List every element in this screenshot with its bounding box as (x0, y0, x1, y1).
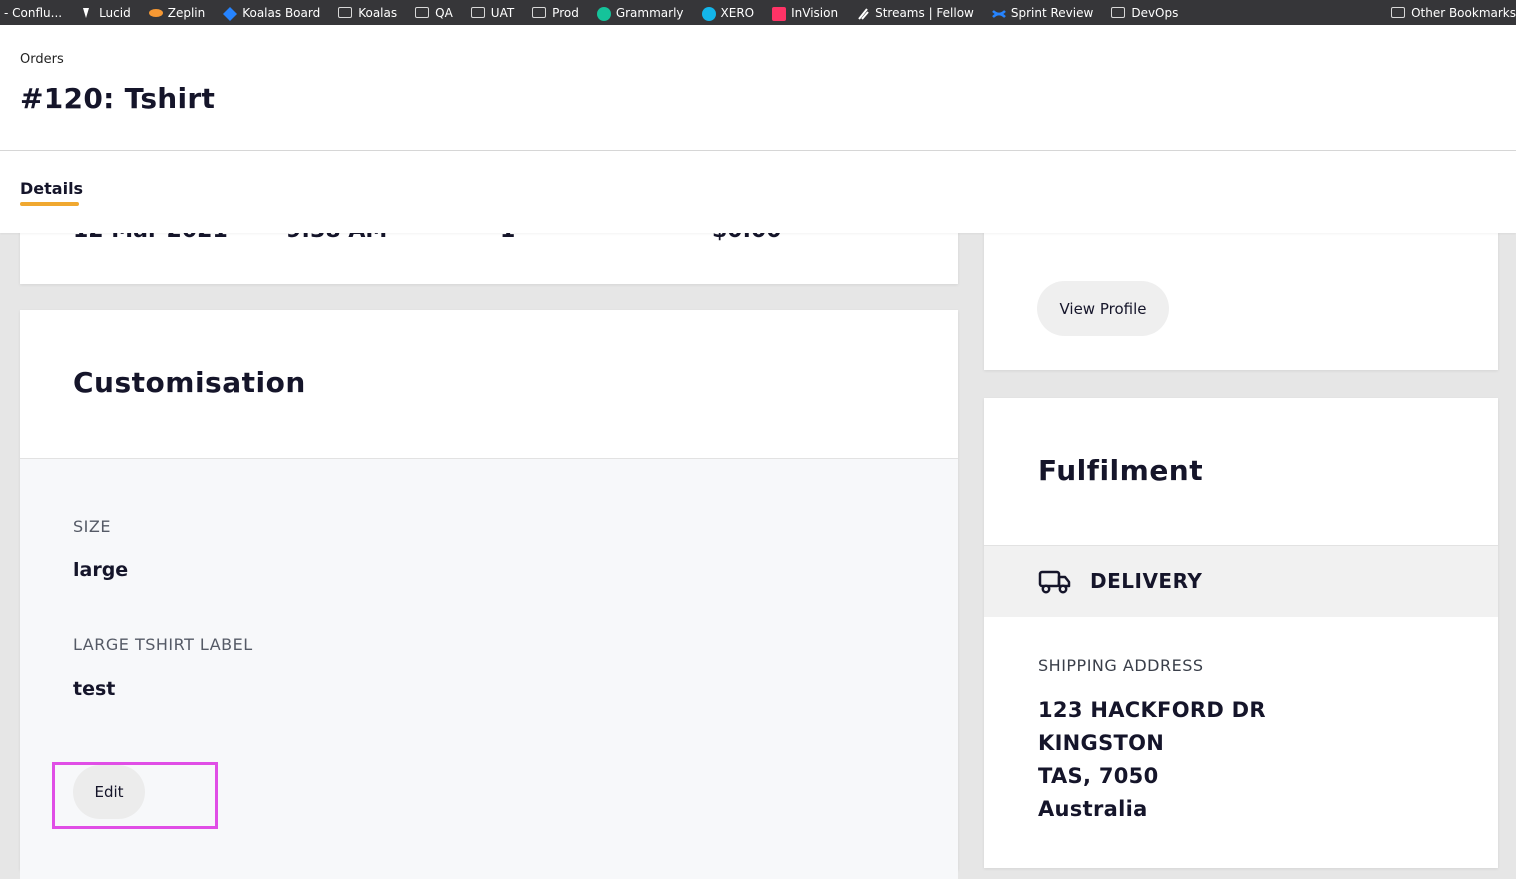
bookmark-label: XERO (720, 5, 755, 20)
bookmark-folder-prod[interactable]: Prod (532, 6, 579, 20)
size-label: SIZE (73, 517, 111, 536)
bookmark-fellow[interactable]: Streams | Fellow (856, 6, 974, 20)
bookmark-label: Lucid (99, 5, 131, 20)
bookmark-xero[interactable]: XERO (701, 5, 755, 21)
delivery-method-bar: DELIVERY (984, 545, 1498, 617)
folder-icon (1391, 7, 1406, 18)
jira-icon (223, 6, 238, 21)
folder-icon (415, 7, 430, 18)
fellow-icon (856, 7, 869, 20)
bookmark-sprint-review[interactable]: Sprint Review (991, 5, 1094, 20)
customisation-header: Customisation (20, 310, 958, 459)
edit-highlight-box (52, 762, 218, 829)
bookmark-other[interactable]: Other Bookmarks (1391, 6, 1516, 20)
bookmark-invision[interactable]: InVision (772, 5, 839, 21)
view-profile-button[interactable]: View Profile (1037, 281, 1169, 336)
bookmark-label: QA (435, 5, 453, 20)
address-line: Australia (1038, 797, 1148, 821)
fulfilment-title: Fulfilment (1038, 454, 1204, 487)
folder-icon (532, 7, 547, 18)
bookmark-label: Prod (552, 5, 579, 20)
zeplin-icon (148, 7, 163, 19)
bookmark-folder-koalas[interactable]: Koalas (338, 6, 397, 20)
bookmark-label: Grammarly (615, 5, 684, 20)
page-title: #120: Tshirt (20, 82, 216, 115)
bookmark-confluence[interactable]: - Conflu... (4, 6, 62, 20)
bookmark-koalas-board[interactable]: Koalas Board (223, 5, 321, 21)
bookmark-label: InVision (791, 5, 839, 20)
bookmark-lucid[interactable]: Lucid (80, 6, 131, 20)
bookmark-label: Zeplin (167, 5, 206, 20)
bookmark-folder-devops[interactable]: DevOps (1111, 6, 1178, 20)
page-header: Orders #120: Tshirt (0, 25, 1516, 151)
bookmark-zeplin[interactable]: Zeplin (148, 5, 206, 20)
address-line: 123 HACKFORD DR (1038, 698, 1266, 722)
tshirt-label-label: LARGE TSHIRT LABEL (73, 635, 253, 654)
size-value: large (73, 559, 129, 581)
customisation-title: Customisation (73, 366, 306, 399)
invision-icon (772, 6, 787, 21)
bookmark-folder-qa[interactable]: QA (415, 6, 453, 20)
confluence-icon (991, 7, 1006, 19)
bookmark-label: DevOps (1131, 5, 1179, 20)
bookmark-label: Streams | Fellow (875, 5, 974, 20)
folder-icon (338, 7, 353, 18)
bookmark-label: Koalas Board (242, 5, 321, 20)
folder-icon (1111, 7, 1126, 18)
lucid-icon (80, 7, 93, 19)
xero-icon (701, 6, 716, 21)
shipping-address-label: SHIPPING ADDRESS (1038, 656, 1204, 675)
bookmark-label: Other Bookmarks (1411, 5, 1516, 20)
bookmark-grammarly[interactable]: Grammarly (596, 5, 684, 21)
bookmark-label: UAT (490, 5, 515, 20)
address-line: KINGSTON (1038, 731, 1165, 755)
address-line: TAS, 7050 (1038, 764, 1159, 788)
fulfilment-card: Fulfilment DELIVERY SHIPPING ADDRESS 123… (984, 398, 1498, 868)
breadcrumb[interactable]: Orders (20, 52, 64, 67)
bookmark-folder-uat[interactable]: UAT (470, 5, 515, 20)
tshirt-label-value: test (73, 678, 116, 700)
tab-bar: Details (0, 151, 1516, 233)
bookmark-label: Sprint Review (1010, 5, 1094, 20)
truck-icon (1038, 569, 1072, 599)
bookmarks-bar: - Conflu... Lucid Zeplin Koalas Board Ko… (0, 0, 1516, 25)
tab-active-indicator (20, 202, 79, 206)
grammarly-icon (596, 6, 611, 21)
delivery-method-label: DELIVERY (1090, 569, 1203, 593)
folder-icon (470, 7, 485, 18)
bookmark-label: Koalas (358, 5, 398, 20)
bookmark-label: - Conflu... (4, 5, 63, 20)
tab-details[interactable]: Details (20, 179, 83, 198)
